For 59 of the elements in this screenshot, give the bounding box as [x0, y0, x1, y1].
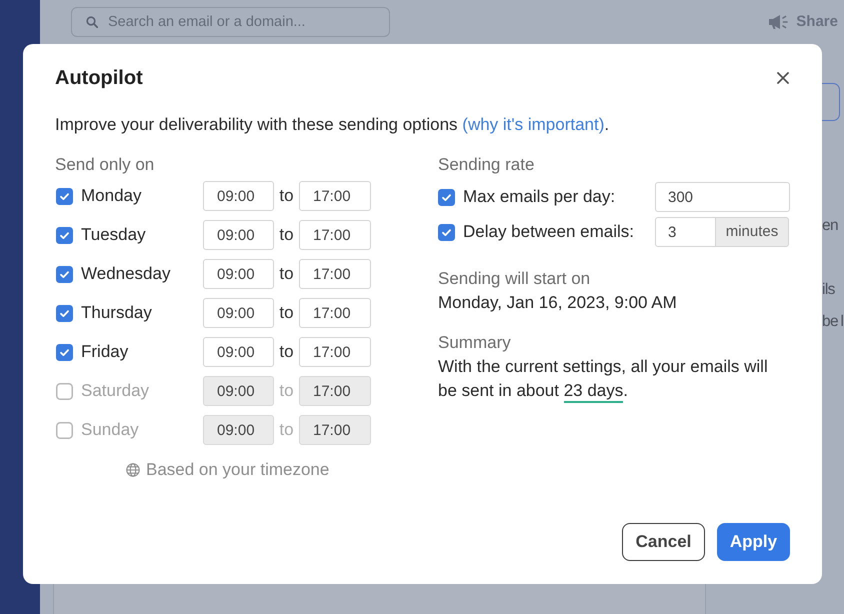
checkbox[interactable]	[438, 224, 455, 240]
timezone-note: Based on your timezone	[146, 459, 330, 481]
checkbox[interactable]	[56, 344, 73, 360]
search-field[interactable]: Search an email or a domain...	[71, 7, 390, 37]
text-fragment: be l	[822, 312, 844, 332]
time-field[interactable]: 17:00	[299, 259, 371, 289]
time-field[interactable]: 17:00	[299, 181, 371, 211]
checkbox[interactable]	[56, 226, 73, 244]
checkbox[interactable]	[56, 422, 73, 438]
text-fragment: ils	[822, 280, 835, 300]
time-field[interactable]: 17:00	[299, 220, 371, 250]
text-fragment: en	[822, 216, 838, 236]
time-field[interactable]: 09:00	[203, 298, 274, 328]
checkbox[interactable]	[56, 266, 73, 282]
day-label: Thursday	[81, 302, 152, 324]
section-heading: Summary	[438, 332, 512, 354]
checkbox[interactable]	[56, 382, 73, 400]
section-heading: Sending will start on	[438, 268, 592, 290]
globe-icon	[126, 463, 140, 477]
time-field[interactable]: 17:00	[299, 337, 371, 367]
day-label: Sunday	[81, 419, 139, 441]
close-icon	[777, 72, 789, 84]
day-label: Friday	[81, 341, 128, 363]
to-label: to	[278, 302, 295, 324]
day-label: Monday	[81, 185, 142, 207]
apply-button[interactable]: Apply	[717, 523, 790, 561]
time-field[interactable]: 09:00	[203, 181, 274, 211]
to-label: to	[278, 185, 295, 207]
info-link[interactable]: (why it's important)	[462, 115, 604, 134]
day-label: Wednesday	[81, 263, 170, 285]
to-label: to	[278, 341, 295, 363]
number-field[interactable]: 300	[655, 182, 790, 212]
to-label: to	[278, 224, 295, 246]
to-label: to	[278, 263, 295, 285]
unit-label: minutes	[715, 217, 789, 247]
checkbox[interactable]	[438, 188, 455, 206]
dialog-title: Autopilot	[55, 66, 143, 91]
search-icon	[86, 16, 98, 28]
checkbox[interactable]	[56, 304, 73, 322]
to-label: to	[278, 419, 295, 441]
number-field[interactable]: 3	[655, 217, 716, 247]
intro-text: Improve your deliverability with these sending options (why it's important).	[55, 114, 610, 136]
option-label: Max emails per day:	[463, 186, 616, 208]
start-date-text: Monday, Jan 16, 2023, 9:00 AM	[438, 292, 678, 314]
option-label: Delay between emails:	[463, 221, 634, 243]
time-field[interactable]: 17:00	[299, 298, 371, 328]
checkbox[interactable]	[56, 188, 73, 204]
to-label: to	[278, 380, 295, 402]
section-heading: Sending rate	[438, 154, 536, 176]
time-field[interactable]: 09:00	[203, 259, 274, 289]
day-label: Saturday	[81, 380, 150, 402]
summary-text: With the current settings, all your emails will be sent in about 23 days.	[438, 355, 788, 403]
close-button[interactable]	[777, 72, 789, 84]
megaphone-icon	[768, 14, 788, 30]
time-field[interactable]: 09:00	[203, 337, 274, 367]
time-field[interactable]: 09:00	[203, 220, 274, 250]
section-heading: Send only on	[55, 154, 156, 176]
day-label: Tuesday	[81, 224, 146, 246]
cancel-button[interactable]: Cancel	[622, 523, 705, 561]
